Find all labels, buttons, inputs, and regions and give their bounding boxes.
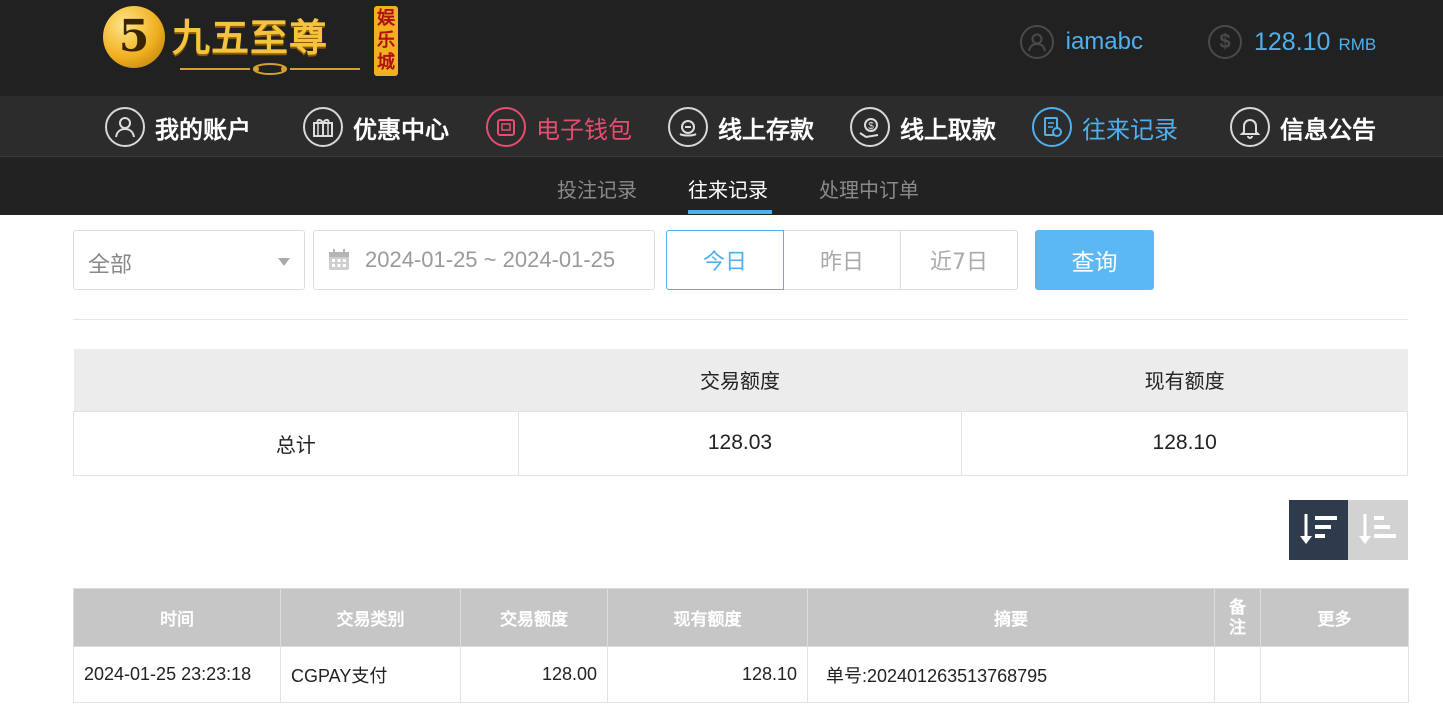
col-current-amount: 现有额度 — [607, 588, 808, 647]
svg-text:$: $ — [868, 121, 874, 132]
wallet-icon — [486, 107, 526, 147]
gift-icon — [303, 107, 343, 147]
summary-header-empty — [73, 349, 519, 411]
sort-desc-icon — [1299, 514, 1337, 544]
logo-name: 九五至尊 — [172, 15, 329, 60]
chevron-down-icon — [278, 258, 290, 266]
user-info[interactable]: iamabc — [1019, 22, 1143, 62]
nav-withdraw[interactable]: $ 线上取款 — [850, 106, 996, 148]
summary-trade-amount: 128.03 — [517, 410, 963, 476]
row-type: CGPAY支付 — [280, 646, 461, 703]
nav-label: 往来记录 — [1082, 115, 1178, 144]
nav-label: 线上取款 — [900, 115, 996, 144]
bell-icon — [1230, 107, 1270, 147]
withdraw-icon: $ — [850, 107, 890, 147]
sort-ascending-button[interactable] — [1348, 500, 1408, 560]
nav-label: 线上存款 — [718, 115, 814, 144]
row-time: 2024-01-25 23:23:18 — [73, 646, 281, 703]
summary-header-trade: 交易额度 — [518, 349, 962, 411]
summary-total-label: 总计 — [73, 410, 519, 476]
col-type: 交易类别 — [280, 588, 461, 647]
table-row: 2024-01-25 23:23:18 CGPAY支付 128.00 128.1… — [73, 646, 1409, 703]
nav-label: 信息公告 — [1280, 115, 1376, 144]
logo-badge: 5 — [103, 6, 165, 68]
col-time: 时间 — [73, 588, 281, 647]
last-7-days-button[interactable]: 近7日 — [900, 230, 1018, 290]
nav-wallet[interactable]: 电子钱包 — [486, 106, 632, 148]
user-icon — [1019, 25, 1054, 59]
today-button[interactable]: 今日 — [666, 230, 784, 290]
sort-descending-button[interactable] — [1289, 500, 1348, 560]
summary-table: 交易额度 现有额度 总计 128.03 128.10 — [73, 349, 1408, 476]
balance-value: 128.10 — [1254, 27, 1331, 56]
query-button[interactable]: 查询 — [1035, 230, 1154, 290]
tab-pending-orders[interactable]: 处理中订单 — [819, 174, 919, 203]
row-note — [1214, 646, 1261, 703]
date-range-input[interactable]: 2024-01-25 ~ 2024-01-25 — [313, 230, 655, 290]
username: iamabc — [1065, 28, 1143, 55]
deposit-icon — [668, 107, 708, 147]
brand-logo[interactable]: 5 九五至尊 娱乐城 — [100, 2, 400, 82]
nav-records[interactable]: 往来记录 — [1032, 106, 1178, 148]
quick-day-buttons: 今日 昨日 近7日 — [666, 230, 1018, 290]
nav-label: 电子钱包 — [536, 115, 632, 144]
nav-label: 我的账户 — [155, 115, 251, 144]
row-summary: 单号:202401263513768795 — [807, 646, 1215, 703]
nav-promotions[interactable]: 优惠中心 — [303, 106, 449, 148]
sort-asc-icon — [1359, 514, 1396, 544]
tab-bet-records[interactable]: 投注记录 — [557, 174, 637, 203]
tab-transaction-records[interactable]: 往来记录 — [688, 174, 768, 203]
active-tab-indicator — [688, 210, 772, 214]
nav-my-account[interactable]: 我的账户 — [105, 106, 251, 148]
records-icon — [1032, 107, 1072, 147]
nav-label: 优惠中心 — [353, 115, 449, 144]
col-trade-amount: 交易额度 — [460, 588, 608, 647]
logo-ornament-icon — [180, 63, 360, 75]
records-table: 时间 交易类别 交易额度 现有额度 摘要 备注 更多 2024-01-25 23… — [73, 588, 1409, 703]
date-range-value: 2024-01-25 ~ 2024-01-25 — [365, 247, 616, 272]
summary-header-current: 现有额度 — [961, 349, 1408, 411]
calendar-icon — [329, 249, 349, 270]
col-more: 更多 — [1260, 588, 1409, 647]
sub-nav: 投注记录 往来记录 处理中订单 — [0, 157, 1443, 215]
nav-announcements[interactable]: 信息公告 — [1230, 106, 1376, 148]
type-select[interactable]: 全部 — [73, 230, 305, 290]
balance-currency: RMB — [1338, 35, 1377, 54]
row-current-amount: 128.10 — [607, 646, 808, 703]
type-select-value: 全部 — [88, 253, 133, 278]
col-note: 备注 — [1214, 588, 1261, 647]
user-icon — [105, 107, 145, 147]
records-header-row: 时间 交易类别 交易额度 现有额度 摘要 备注 更多 — [73, 588, 1409, 647]
divider — [73, 319, 1408, 320]
nav-deposit[interactable]: 线上存款 — [668, 106, 814, 148]
row-trade-amount: 128.00 — [460, 646, 608, 703]
row-more[interactable] — [1260, 646, 1409, 703]
dollar-icon: $ — [1208, 25, 1242, 59]
logo-tag: 娱乐城 — [374, 6, 398, 76]
col-summary: 摘要 — [807, 588, 1215, 647]
top-header: 5 九五至尊 娱乐城 iamabc $ 128.10 RMB — [0, 0, 1443, 96]
summary-current-amount: 128.10 — [961, 410, 1408, 476]
balance-info: $ 128.10 RMB — [1208, 22, 1376, 62]
main-nav: 我的账户 优惠中心 电子钱包 线上存款 $ 线上取款 往来记录 信息公告 — [0, 96, 1443, 157]
yesterday-button[interactable]: 昨日 — [783, 230, 901, 290]
